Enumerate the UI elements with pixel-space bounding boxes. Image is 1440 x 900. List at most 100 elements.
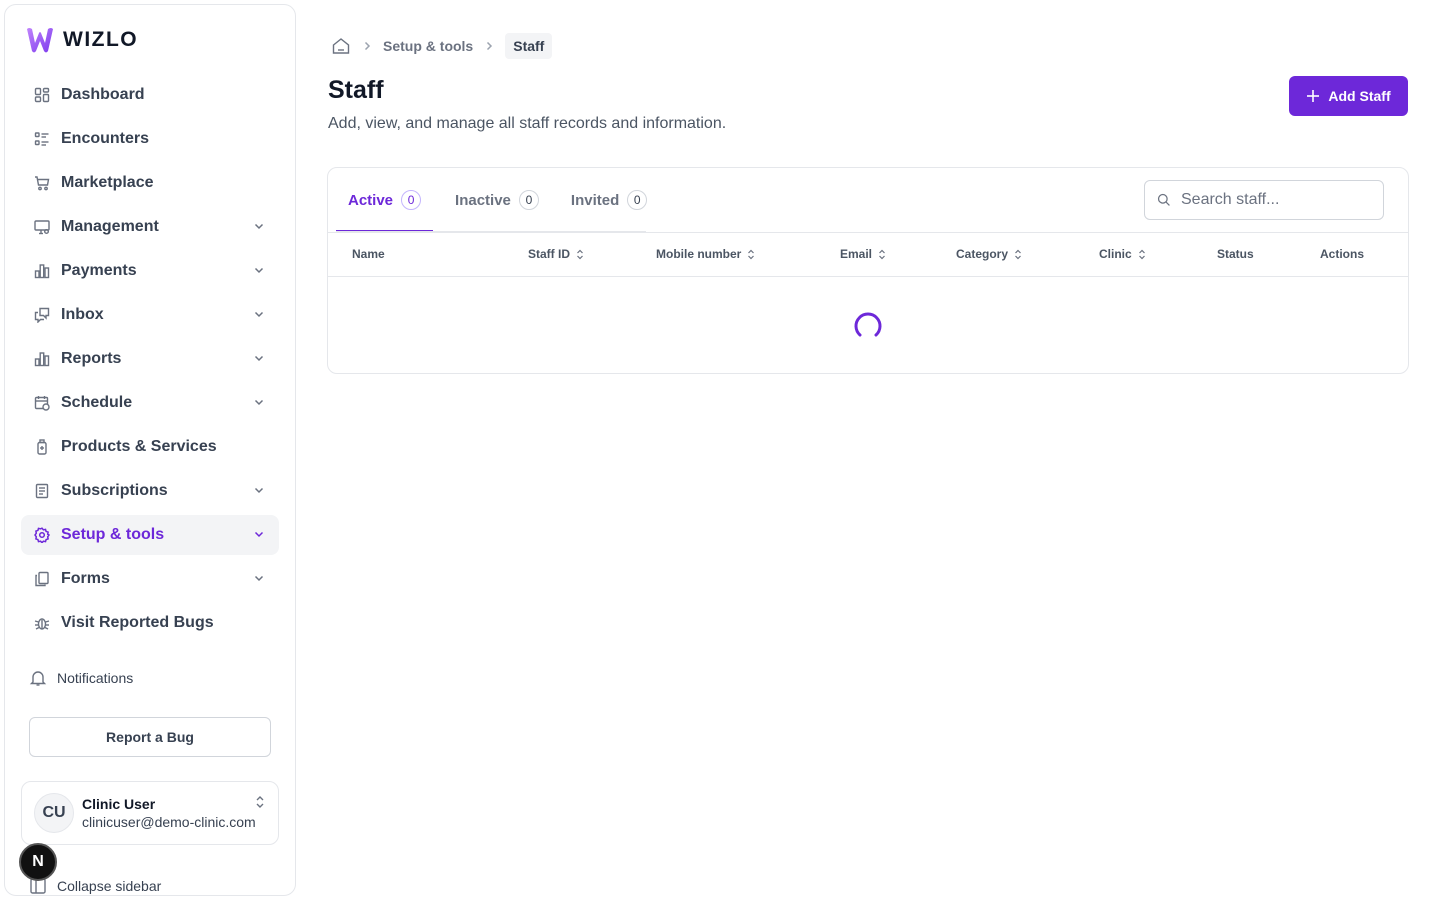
home-icon[interactable] [331, 36, 351, 56]
collapse-sidebar-label: Collapse sidebar [57, 878, 162, 894]
column-header-staff-id[interactable]: Staff ID [528, 247, 584, 261]
search-box[interactable] [1144, 180, 1384, 220]
chevron-down-icon [254, 267, 264, 274]
sidebar-item-reports[interactable]: Reports [21, 339, 279, 379]
sidebar-item-setup-tools[interactable]: Setup & tools [21, 515, 279, 555]
brand-name: WIZLO [63, 28, 139, 51]
sidebar-item-label: Reports [61, 350, 122, 367]
grid-icon [33, 86, 51, 104]
column-label: Category [956, 247, 1009, 261]
sidebar-item-inbox[interactable]: Inbox [21, 295, 279, 335]
sidebar-item-label: Inbox [61, 306, 104, 323]
column-label: Clinic [1099, 247, 1132, 261]
sort-icon [577, 249, 583, 259]
calendar-clock-icon [33, 394, 51, 412]
sidebar-item-label: Payments [61, 262, 137, 279]
brand-logo[interactable]: WIZLO [25, 25, 138, 55]
avatar: CU [34, 793, 74, 833]
search-icon [1157, 193, 1170, 206]
sidebar-item-forms[interactable]: Forms [21, 559, 279, 599]
chevron-down-icon [254, 487, 264, 494]
report-bug-button[interactable]: Report a Bug [29, 717, 271, 757]
staff-tabs: Active 0 Inactive 0 Invited 0 [336, 168, 659, 232]
column-header-status: Status [1217, 247, 1254, 261]
staff-table-card: Active 0 Inactive 0 Invited 0 Name Staff… [327, 167, 1409, 374]
sidebar-item-schedule[interactable]: Schedule [21, 383, 279, 423]
sort-icon [1015, 249, 1021, 259]
chevron-down-icon [254, 531, 264, 538]
column-header-mobile[interactable]: Mobile number [656, 247, 755, 261]
bar-chart-icon [33, 262, 51, 280]
wizlo-logo-icon [27, 28, 53, 53]
sidebar-item-products-services[interactable]: Products & Services [21, 427, 279, 467]
bug-icon [33, 614, 51, 632]
sidebar-item-visit-reported-bugs[interactable]: Visit Reported Bugs [21, 603, 279, 643]
breadcrumb-setup-tools[interactable]: Setup & tools [383, 38, 473, 54]
bar-chart-icon [33, 350, 51, 368]
chevron-down-icon [254, 311, 264, 318]
table-header: Name Staff ID Mobile number Email Catego… [328, 232, 1408, 277]
column-header-name: Name [352, 247, 385, 261]
sidebar-item-label: Dashboard [61, 86, 145, 103]
sidebar: WIZLO Dashboard Encounters Marketplace M… [4, 4, 296, 896]
tab-count-badge: 0 [627, 190, 648, 210]
search-input[interactable] [1181, 191, 1371, 209]
chevron-down-icon [254, 399, 264, 406]
collapse-sidebar-button[interactable]: Collapse sidebar [29, 877, 161, 895]
sort-icon [748, 249, 755, 259]
sidebar-item-label: Encounters [61, 130, 150, 147]
sidebar-item-payments[interactable]: Payments [21, 251, 279, 291]
tab-label: Invited [570, 191, 620, 209]
sidebar-item-marketplace[interactable]: Marketplace [21, 163, 279, 203]
sort-icon [1138, 249, 1145, 259]
bell-icon [29, 671, 47, 686]
receipt-icon [33, 482, 51, 500]
column-header-category[interactable]: Category [956, 247, 1022, 261]
chevron-down-icon [254, 355, 264, 362]
user-info: Clinic User clinicuser@demo-clinic.com [82, 796, 262, 830]
add-staff-label: Add Staff [1328, 88, 1391, 104]
column-label: Actions [1320, 247, 1365, 261]
sidebar-item-label: Subscriptions [61, 482, 168, 499]
sidebar-item-label: Management [61, 218, 159, 235]
copy-icon [33, 570, 51, 588]
dev-tools-badge[interactable]: N [19, 843, 57, 881]
sidebar-item-dashboard[interactable]: Dashboard [21, 75, 279, 115]
sidebar-item-subscriptions[interactable]: Subscriptions [21, 471, 279, 511]
column-header-email[interactable]: Email [840, 247, 886, 261]
page-title: Staff [328, 76, 384, 104]
bottle-icon [33, 438, 51, 456]
tab-invited[interactable]: Invited 0 [559, 168, 659, 232]
plus-icon [1307, 90, 1320, 102]
notifications-link[interactable]: Notifications [29, 669, 133, 687]
sidebar-item-management[interactable]: Management [21, 207, 279, 247]
column-header-actions: Actions [1320, 247, 1364, 261]
sidebar-item-label: Setup & tools [61, 526, 165, 543]
column-label: Email [840, 247, 873, 261]
user-name: Clinic User [82, 796, 156, 812]
tab-count-badge: 0 [401, 190, 422, 210]
sidebar-item-label: Marketplace [61, 174, 154, 191]
cart-icon [33, 174, 51, 192]
breadcrumb-current: Staff [505, 33, 553, 59]
tab-inactive[interactable]: Inactive 0 [443, 168, 551, 232]
tab-active[interactable]: Active 0 [336, 168, 434, 232]
user-menu[interactable]: CU Clinic User clinicuser@demo-clinic.co… [21, 781, 279, 845]
sidebar-item-label: Forms [61, 570, 110, 587]
tab-count-badge: 0 [518, 190, 539, 210]
sidebar-item-label: Visit Reported Bugs [61, 614, 214, 631]
list-icon [33, 130, 51, 148]
sidebar-item-encounters[interactable]: Encounters [21, 119, 279, 159]
tab-label: Active [348, 191, 394, 209]
column-label: Mobile number [656, 247, 742, 261]
sidebar-item-label: Schedule [61, 394, 133, 411]
column-header-clinic[interactable]: Clinic [1099, 247, 1146, 261]
chevron-up-down-icon [256, 796, 264, 808]
monitor-gear-icon [33, 218, 51, 236]
sidebar-nav: Dashboard Encounters Marketplace Managem… [21, 75, 279, 647]
user-email: clinicuser@demo-clinic.com [82, 814, 256, 830]
add-staff-button[interactable]: Add Staff [1289, 76, 1408, 116]
notifications-label: Notifications [57, 670, 134, 686]
chevron-right-icon [364, 41, 371, 51]
column-label: Status [1217, 247, 1254, 261]
